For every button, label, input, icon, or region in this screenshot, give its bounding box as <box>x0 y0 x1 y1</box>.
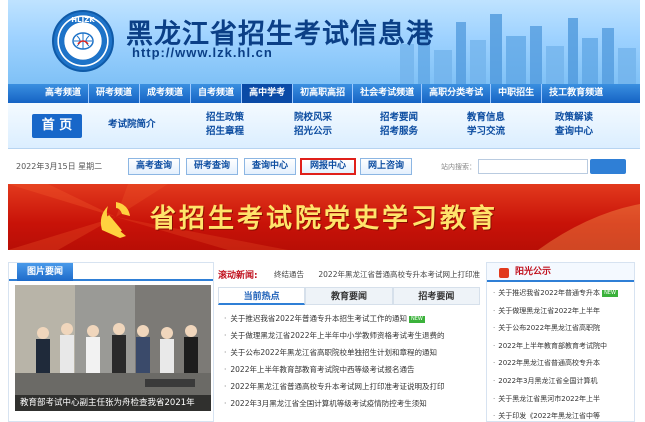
sunshine-item[interactable]: 关于做理黑龙江省2022年上半年 <box>493 303 631 321</box>
nav-link-exam-service[interactable]: 招考服务 <box>380 125 418 139</box>
news-item-title[interactable]: 2022年3月黑龙江省全国计算机等级考试疫情防控考生须知 <box>230 399 426 408</box>
channel-social-exam[interactable]: 社会考试频道 <box>353 84 423 103</box>
quick-bar: 2022年3月15日 星期二 高考查询 研考查询 查询中心 网报中心 网上咨询 … <box>8 155 640 177</box>
scroll-news-ticker[interactable]: 终结通告 2022年黑龙江省普通高校专升本考试网上打印准 <box>274 269 484 280</box>
sunshine-item[interactable]: 2022年3月黑龙江省全国计算机 <box>493 373 631 391</box>
photo-caption[interactable]: 教育部考试中心副主任张为舟检查我省2021年 <box>15 395 211 411</box>
nav-link-edu-info[interactable]: 教育信息 <box>467 111 505 125</box>
scroll-news-item[interactable]: 2022年黑龙江省普通高校专升本考试网上打印准 <box>318 270 480 279</box>
main-nav: 首 页 考试院简介 招生政策 招生章程 院校风采 招光公示 招考要闻 招考服务 … <box>8 103 640 149</box>
nav-column-edu: 教育信息 学习交流 <box>467 111 505 139</box>
news-item-title[interactable]: 关于做理黑龙江省2022年上半年中小学教师资格考试考生退费的 <box>230 331 444 340</box>
new-badge: NEW <box>408 315 425 323</box>
news-item[interactable]: 2022年黑龙江省普通高校专升本考试网上打印准考证说明及打印 <box>224 378 482 395</box>
nav-column-interpret: 政策解读 查询中心 <box>555 111 593 139</box>
search-input[interactable] <box>478 159 588 174</box>
nav-column-news: 招考要闻 招考服务 <box>380 111 418 139</box>
sunshine-head: 阳光公示 <box>487 263 634 282</box>
nav-link-colleges[interactable]: 院校风采 <box>294 111 332 125</box>
channel-zhongzhi[interactable]: 中职招生 <box>491 84 543 103</box>
nav-link-query-center[interactable]: 查询中心 <box>555 125 593 139</box>
sunshine-publicity-panel: 阳光公示 关于推迟我省2022年普通专升本NEW 关于做理黑龙江省2022年上半… <box>486 262 635 422</box>
tab-exam-news[interactable]: 招考要闻 <box>392 287 480 305</box>
channel-vocational-exam[interactable]: 高职分类考试 <box>422 84 492 103</box>
channel-xuekao[interactable]: 高中学考 <box>242 84 294 103</box>
yankao-query-button[interactable]: 研考查询 <box>186 158 238 175</box>
nav-link-exam-news[interactable]: 招考要闻 <box>380 111 418 125</box>
current-date: 2022年3月15日 星期二 <box>16 162 103 171</box>
gaokao-query-button[interactable]: 高考查询 <box>128 158 180 175</box>
sunshine-title[interactable]: 阳光公示 <box>515 263 551 282</box>
logo-text: HLJZK <box>71 16 95 24</box>
photo-news-tab[interactable]: 图片要闻 <box>17 263 74 281</box>
channel-chengkao[interactable]: 成考频道 <box>140 84 192 103</box>
news-item-title[interactable]: 关于公布2022年黑龙江省高职院校单独招生计划和章程的通知 <box>230 348 437 357</box>
sunshine-item-title[interactable]: 关于推迟我省2022年普通专升本 <box>498 289 600 297</box>
query-center-button[interactable]: 查询中心 <box>244 158 296 175</box>
sunshine-item[interactable]: 2022年黑龙江省普通高校专升本 <box>493 355 631 373</box>
header-banner: HLJZK 黑龙江省招生考试信息港 http://www.lzk.hl.cn <box>8 0 640 84</box>
news-item[interactable]: 2022年上半年教育部教育考试院中西等级考试报名通告 <box>224 361 482 378</box>
search-button[interactable] <box>590 159 626 174</box>
scroll-news-label: 滚动新闻: <box>218 271 258 281</box>
nav-link-charter[interactable]: 招生章程 <box>206 125 244 139</box>
news-item-title[interactable]: 2022年黑龙江省普通高校专升本考试网上打印准考证说明及打印 <box>230 382 444 391</box>
hot-news-list: 关于推迟我省2022年普通专升本招生考试工作的通知NEW 关于做理黑龙江省202… <box>224 310 482 412</box>
sunshine-item[interactable]: 关于印发《2022年黑龙江省中等 <box>493 408 631 422</box>
nav-link-policy[interactable]: 招生政策 <box>206 111 244 125</box>
news-item[interactable]: 2022年3月黑龙江省全国计算机等级考试疫情防控考生须知 <box>224 395 482 412</box>
nav-link-study[interactable]: 学习交流 <box>467 125 505 139</box>
nav-column-about: 考试院简介 <box>108 118 156 132</box>
channel-gaokao[interactable]: 高考频道 <box>38 84 90 103</box>
tab-hot-topics[interactable]: 当前热点 <box>218 287 306 305</box>
party-emblem-icon <box>100 202 130 238</box>
channel-nav: 高考频道 研考频道 成考频道 自考频道 高中学考 初高职高招 社会考试频道 高职… <box>8 84 640 103</box>
sunshine-item[interactable]: 2022年上半年教育部教育考试院中 <box>493 338 631 356</box>
nav-link-about[interactable]: 考试院简介 <box>108 118 156 132</box>
nav-link-publicity[interactable]: 招光公示 <box>294 125 332 139</box>
new-badge: NEW <box>602 289 618 297</box>
news-tabs: 当前热点 教育要闻 招考要闻 <box>218 287 480 305</box>
news-item[interactable]: 关于公布2022年黑龙江省高职院校单独招生计划和章程的通知 <box>224 344 482 361</box>
sunshine-icon <box>499 268 509 278</box>
channel-zhigao[interactable]: 初高职高招 <box>293 84 354 103</box>
online-consult-button[interactable]: 网上咨询 <box>360 158 412 175</box>
nav-link-interpret[interactable]: 政策解读 <box>555 111 593 125</box>
photo-news-panel: 图片要闻 教育部考试中心副主任张为舟检查我省2021年 <box>8 262 214 422</box>
channel-zikao[interactable]: 自考频道 <box>191 84 243 103</box>
photo-news-tabhead: 图片要闻 <box>9 263 213 281</box>
news-item-title[interactable]: 关于推迟我省2022年普通专升本招生考试工作的通知 <box>230 314 407 323</box>
site-logo[interactable]: HLJZK <box>52 10 114 72</box>
channel-yankao[interactable]: 研考频道 <box>89 84 141 103</box>
sunshine-item[interactable]: 关于公布2022年黑龙江省高职院 <box>493 320 631 338</box>
home-button[interactable]: 首 页 <box>32 114 82 138</box>
news-item[interactable]: 关于做理黑龙江省2022年上半年中小学教师资格考试考生退费的 <box>224 327 482 344</box>
news-item[interactable]: 关于推迟我省2022年普通专升本招生考试工作的通知NEW <box>224 310 482 327</box>
scroll-news-item[interactable]: 终结通告 <box>274 270 304 279</box>
party-history-banner[interactable]: 省招生考试院党史学习教育 <box>8 184 640 250</box>
news-item-title[interactable]: 2022年上半年教育部教育考试院中西等级考试报名通告 <box>230 365 414 374</box>
channel-technical[interactable]: 技工教育频道 <box>542 84 610 103</box>
nav-column-policy: 招生政策 招生章程 <box>206 111 244 139</box>
search-label: 站内搜索： <box>441 163 476 171</box>
sunshine-item[interactable]: 关于黑龙江省黑河市2022年上半 <box>493 391 631 409</box>
sunshine-item[interactable]: 关于推迟我省2022年普通专升本NEW <box>493 285 631 303</box>
meeting-photo-illustration <box>15 285 211 411</box>
banner-title: 省招生考试院党史学习教育 <box>150 204 499 234</box>
online-registration-button[interactable]: 网报中心 <box>300 158 356 175</box>
site-url: http://www.lzk.hl.cn <box>132 45 273 60</box>
sunshine-list: 关于推迟我省2022年普通专升本NEW 关于做理黑龙江省2022年上半年 关于公… <box>493 285 631 422</box>
tab-education-news[interactable]: 教育要闻 <box>305 287 393 305</box>
globe-icon <box>72 32 94 50</box>
news-photo[interactable]: 教育部考试中心副主任张为舟检查我省2021年 <box>15 285 211 411</box>
nav-column-colleges: 院校风采 招光公示 <box>294 111 332 139</box>
